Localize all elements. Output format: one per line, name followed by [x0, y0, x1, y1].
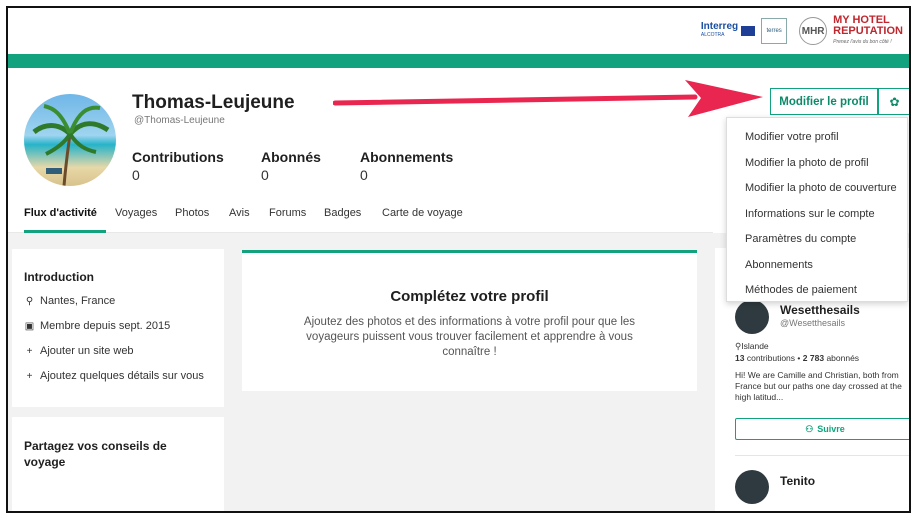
avatar[interactable] — [735, 300, 769, 334]
menu-item-payment-methods[interactable]: Méthodes de paiement — [745, 284, 857, 296]
follow-button[interactable]: ⚇ Suivre — [735, 418, 909, 440]
plus-icon: + — [26, 370, 33, 382]
tab-reviews[interactable]: Avis — [229, 207, 250, 219]
profile-tabs: Flux d'activité Voyages Photos Avis Foru… — [8, 195, 713, 233]
suggestion-contributions-count: 13 — [735, 353, 745, 363]
menu-item-edit-profile-photo[interactable]: Modifier la photo de profil — [745, 157, 869, 169]
tab-activity[interactable]: Flux d'activité — [24, 207, 97, 219]
palm-tree-icon — [32, 104, 110, 186]
green-banner — [8, 54, 909, 68]
settings-button[interactable]: ✿ — [878, 88, 909, 115]
suggestion-contributions-label: contributions — [746, 353, 796, 363]
edit-profile-button[interactable]: Modifier le profil — [770, 88, 878, 115]
gear-icon: ✿ — [889, 94, 900, 109]
suggestion-name[interactable]: Wesetthesails — [780, 303, 860, 317]
follow-button-label: Suivre — [817, 424, 845, 434]
complete-profile-text: Ajoutez des photos et des informations à… — [303, 316, 636, 358]
interreg-logo-text: Interreg ALCOTRA — [701, 22, 738, 40]
menu-item-account-settings[interactable]: Paramètres du compte — [745, 233, 856, 245]
suggestion-followers-label: abonnés — [826, 353, 860, 363]
profile-name: Thomas-Leujeune — [132, 92, 295, 113]
tab-badges[interactable]: Badges — [324, 207, 361, 219]
suggestion-location: ⚲Islande — [735, 341, 769, 352]
add-details-link[interactable]: + Ajoutez quelques détails sur vous — [24, 370, 204, 382]
avatar[interactable] — [735, 470, 769, 504]
suggestion-followers-count: 2 783 — [802, 353, 825, 363]
intro-member-since-text: Membre depuis sept. 2015 — [40, 320, 171, 332]
stat-value: 0 — [132, 167, 140, 183]
suggestion-handle: @Wesetthesails — [780, 318, 845, 328]
profile-options-menu: Modifier votre profil Modifier la photo … — [726, 117, 908, 302]
share-card: Partagez vos conseils de voyage — [12, 417, 224, 511]
interreg-sub-label: ALCOTRA — [700, 32, 725, 38]
location-pin-icon: ⚲ — [25, 295, 34, 307]
stats-separator: • — [797, 353, 801, 363]
stat-contributions[interactable]: Contributions 0 — [132, 149, 224, 183]
mhr-logo-icon: MHR — [799, 17, 828, 45]
stat-label: Contributions — [132, 149, 224, 165]
intro-card: Introduction ⚲ Nantes, France ▣ Membre d… — [12, 249, 224, 407]
menu-item-edit-cover-photo[interactable]: Modifier la photo de couverture — [745, 182, 897, 194]
brand-logo-text: MY HOTEL REPUTATION Prenez l'avis du bon… — [833, 14, 903, 48]
brand-line-2: REPUTATION — [833, 24, 903, 37]
menu-item-edit-profile[interactable]: Modifier votre profil — [745, 131, 839, 143]
stat-value: 0 — [261, 167, 269, 183]
tab-trips[interactable]: Voyages — [115, 207, 157, 219]
suggestion-name[interactable]: Tenito — [780, 474, 815, 488]
suggestion-stats: 13 contributions • 2 783 abonnés — [735, 353, 859, 363]
suggestion-location-text: Islande — [741, 341, 769, 351]
suggestion-bio: Hi! We are Camille and Christian, both f… — [735, 370, 902, 402]
calendar-icon: ▣ — [24, 320, 35, 332]
partner-logos: Interreg ALCOTRA terres MHR MY HOTEL REP… — [701, 12, 903, 50]
brand-tagline: Prenez l'avis du bon côté ! — [833, 38, 892, 45]
share-title: Partagez vos conseils de voyage — [24, 439, 167, 469]
profile-handle: @Thomas-Leujeune — [134, 115, 225, 126]
intro-location: ⚲ Nantes, France — [24, 295, 115, 307]
menu-item-account-info[interactable]: Informations sur le compte — [745, 208, 875, 220]
menu-item-subscriptions[interactable]: Abonnements — [745, 259, 813, 271]
complete-profile-title: Complétez votre profil — [390, 288, 549, 305]
plus-icon: + — [26, 345, 33, 357]
interreg-logo: Interreg ALCOTRA — [701, 22, 756, 40]
stat-label: Abonnés — [261, 149, 321, 165]
annotation-arrow-icon — [333, 80, 763, 117]
stat-value: 0 — [360, 167, 368, 183]
terres-logo: terres — [761, 18, 788, 44]
avatar[interactable] — [24, 94, 116, 186]
eu-flag-icon — [741, 26, 756, 36]
screenshot-frame: Interreg ALCOTRA terres MHR MY HOTEL REP… — [6, 6, 911, 513]
intro-title: Introduction — [24, 270, 94, 284]
add-user-icon: ⚇ — [805, 423, 814, 434]
add-website-link[interactable]: + Ajouter un site web — [24, 345, 134, 357]
add-details-text: Ajoutez quelques détails sur vous — [40, 370, 204, 382]
divider — [735, 455, 909, 456]
add-website-text: Ajouter un site web — [40, 345, 134, 357]
tab-travel-map[interactable]: Carte de voyage — [382, 207, 463, 219]
intro-location-text: Nantes, France — [40, 295, 116, 307]
tab-photos[interactable]: Photos — [175, 207, 209, 219]
top-bar: Interreg ALCOTRA terres MHR MY HOTEL REP… — [8, 8, 909, 54]
intro-member-since: ▣ Membre depuis sept. 2015 — [24, 320, 170, 332]
complete-profile-card: Complétez votre profil Ajoutez des photo… — [242, 250, 697, 391]
tab-forums[interactable]: Forums — [269, 207, 306, 219]
stat-following[interactable]: Abonnements 0 — [360, 149, 453, 183]
stat-label: Abonnements — [360, 149, 454, 165]
stat-followers[interactable]: Abonnés 0 — [261, 149, 321, 183]
